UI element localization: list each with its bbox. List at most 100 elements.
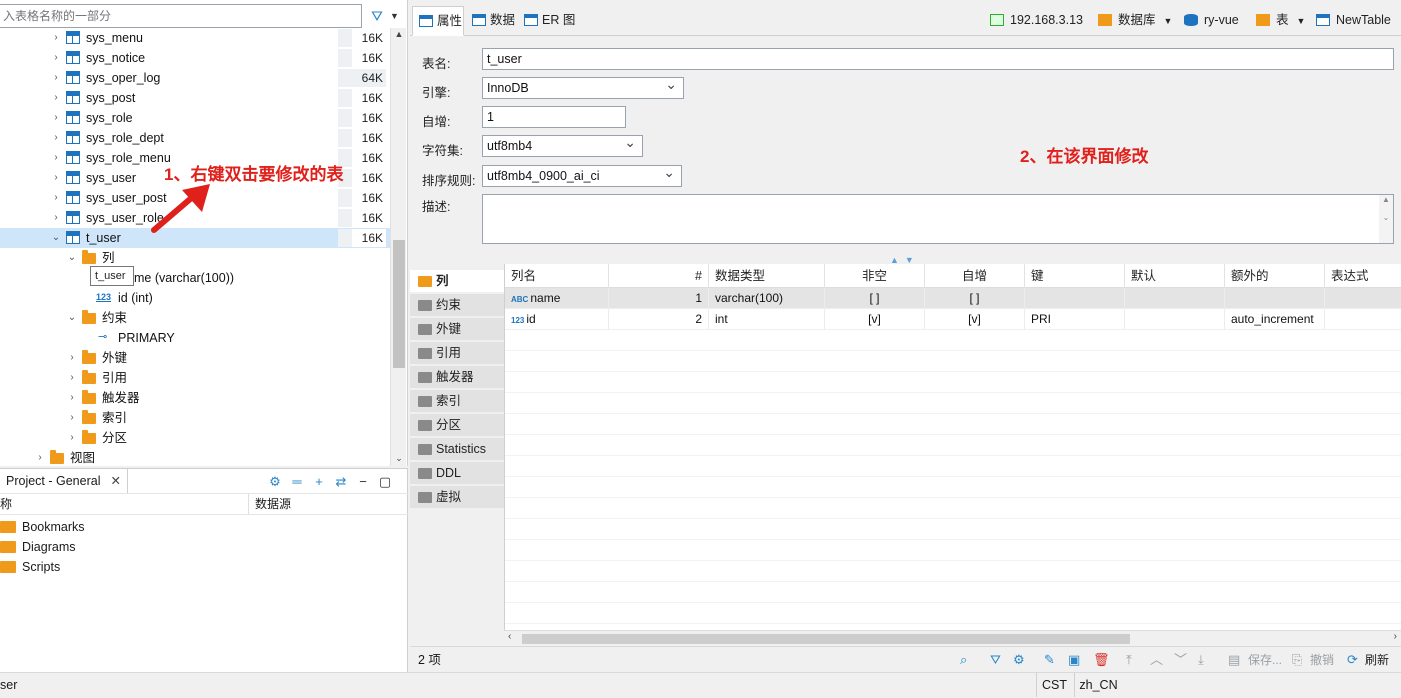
move-up-icon[interactable]: ︿ [1150, 652, 1163, 668]
close-icon[interactable]: ✕ [111, 469, 121, 493]
header-not-null[interactable]: 非空 [825, 264, 925, 288]
tree-row-sys-oper-log[interactable]: › sys_oper_log 64K [0, 68, 390, 88]
tree-row-foreign-keys[interactable]: › 外键 [0, 348, 390, 368]
link-icon[interactable]: ⇄ [334, 475, 348, 489]
table-filter-input[interactable] [0, 4, 362, 28]
chevron-right-icon[interactable]: › [50, 208, 62, 228]
chevron-down-icon[interactable]: ⌄ [66, 248, 78, 268]
scroll-right-icon[interactable]: › [1394, 631, 1397, 642]
chevron-right-icon[interactable]: › [50, 48, 62, 68]
context-table-type[interactable]: 表 ▼ [1256, 6, 1305, 34]
header-column-name[interactable]: 列名 [505, 264, 609, 288]
side-tab-constraints[interactable]: 约束 [410, 294, 504, 317]
column-header-source[interactable]: 数据源 [255, 494, 291, 514]
side-tab-ddl[interactable]: DDL [410, 462, 504, 485]
header-auto-increment[interactable]: 自增 [925, 264, 1025, 288]
filter-icon[interactable]: ⛛ [366, 6, 388, 26]
scroll-up-icon[interactable]: ▲ [391, 29, 407, 39]
side-tab-statistics[interactable]: Statistics [410, 438, 504, 461]
auto-increment-input[interactable]: 1 [482, 106, 626, 128]
chevron-down-icon[interactable]: ⌄ [66, 308, 78, 328]
chevron-right-icon[interactable]: › [50, 188, 62, 208]
refresh-button[interactable]: 刷新 [1365, 647, 1389, 673]
tree-row-indexes[interactable]: › 索引 [0, 408, 390, 428]
chevron-right-icon[interactable]: › [34, 448, 46, 466]
tree-row-column-id[interactable]: 123 id (int) [0, 288, 390, 308]
dropdown-icon[interactable]: ▼ [1297, 16, 1306, 26]
header-position[interactable]: # [609, 264, 709, 288]
tree-row-primary[interactable]: ⊸ PRIMARY [0, 328, 390, 348]
context-database[interactable]: 数据库 ▼ [1098, 6, 1172, 34]
cell-extra[interactable] [1225, 288, 1325, 309]
chevron-right-icon[interactable]: › [50, 68, 62, 88]
cell-expression[interactable] [1325, 309, 1401, 330]
cell-auto-increment[interactable]: [v] [925, 309, 1025, 330]
table-row[interactable]: ABC name 1 varchar(100) [ ] [ ] [505, 288, 1401, 309]
header-key[interactable]: 键 [1025, 264, 1125, 288]
header-extra[interactable]: 额外的 [1225, 264, 1325, 288]
side-tab-references[interactable]: 引用 [410, 342, 504, 365]
scroll-left-icon[interactable]: ‹ [508, 631, 511, 642]
move-down-icon[interactable]: ﹀ [1174, 652, 1187, 668]
cell-key[interactable]: PRI [1025, 309, 1125, 330]
table-name-input[interactable]: t_user [482, 48, 1394, 70]
tab-data[interactable]: 数据 [466, 6, 516, 36]
save-button[interactable]: 保存... [1248, 647, 1282, 673]
side-tab-partitions[interactable]: 分区 [410, 414, 504, 437]
chevron-right-icon[interactable]: › [66, 408, 78, 428]
side-tab-indexes[interactable]: 索引 [410, 390, 504, 413]
navigator-scrollbar[interactable]: ▲ ⌄ [390, 28, 406, 466]
header-expression[interactable]: 表达式 [1325, 264, 1401, 288]
add-column-icon[interactable]: ▣ [1068, 652, 1080, 668]
tree-row-sys-post[interactable]: › sys_post 16K [0, 88, 390, 108]
tab-properties[interactable]: 属性 [412, 6, 464, 36]
tab-er-diagram[interactable]: ER 图 [518, 6, 578, 36]
project-tab[interactable]: Project - General ✕ [0, 469, 128, 493]
gear-icon[interactable]: ⚙ [1013, 652, 1025, 668]
tree-row-partitions[interactable]: › 分区 [0, 428, 390, 448]
tree-row-triggers[interactable]: › 触发器 [0, 388, 390, 408]
cell-not-null[interactable]: [ ] [825, 288, 925, 309]
tree-row-views[interactable]: › 视图 [0, 448, 390, 466]
tree-row-sys-role-dept[interactable]: › sys_role_dept 16K [0, 128, 390, 148]
chevron-right-icon[interactable]: › [50, 28, 62, 48]
cell-data-type[interactable]: int [709, 309, 825, 330]
cell-expression[interactable] [1325, 288, 1401, 309]
cell-extra[interactable]: auto_increment [1225, 309, 1325, 330]
collapse-icon[interactable]: ═ [290, 475, 304, 489]
minimize-icon[interactable]: − [356, 475, 370, 489]
chevron-right-icon[interactable]: › [50, 108, 62, 128]
context-table[interactable]: NewTable [1316, 6, 1391, 34]
tree-row-references[interactable]: › 引用 [0, 368, 390, 388]
description-scrollbar[interactable]: ▲ ⌄ [1379, 195, 1393, 243]
chevron-right-icon[interactable]: › [50, 88, 62, 108]
cell-auto-increment[interactable]: [ ] [925, 288, 1025, 309]
tree-row-sys-notice[interactable]: › sys_notice 16K [0, 48, 390, 68]
cell-key[interactable] [1025, 288, 1125, 309]
move-top-icon[interactable]: ⤒ [1126, 652, 1132, 668]
cell-default[interactable] [1125, 288, 1225, 309]
engine-select[interactable]: InnoDB [482, 76, 684, 99]
cell-column-name[interactable]: ABC name [505, 288, 609, 309]
delete-icon[interactable]: 🗑 [1093, 652, 1110, 668]
chevron-right-icon[interactable]: › [50, 128, 62, 148]
maximize-icon[interactable]: ▢ [378, 475, 392, 489]
search-icon[interactable]: ⌕ [960, 652, 967, 668]
chevron-right-icon[interactable]: › [66, 348, 78, 368]
add-icon[interactable]: + [312, 475, 326, 489]
cell-data-type[interactable]: varchar(100) [709, 288, 825, 309]
edit-icon[interactable]: ✎ [1044, 652, 1055, 668]
chevron-right-icon[interactable]: › [66, 368, 78, 388]
side-tab-virtual[interactable]: 虚拟 [410, 486, 504, 509]
side-tab-columns[interactable]: 列 [410, 270, 504, 293]
grid-horizontal-scrollbar[interactable]: ‹ › [504, 630, 1401, 646]
header-default[interactable]: 默认 [1125, 264, 1225, 288]
cell-position[interactable]: 1 [609, 288, 709, 309]
cell-position[interactable]: 2 [609, 309, 709, 330]
filter-dropdown-icon[interactable]: ▼ [390, 6, 404, 26]
tree-row-sys-role[interactable]: › sys_role 16K [0, 108, 390, 128]
header-data-type[interactable]: 数据类型 [709, 264, 825, 288]
revert-button[interactable]: 撤销 [1310, 647, 1334, 673]
charset-select[interactable]: utf8mb4 [482, 134, 643, 157]
tree-row-constraints[interactable]: ⌄ 约束 [0, 308, 390, 328]
